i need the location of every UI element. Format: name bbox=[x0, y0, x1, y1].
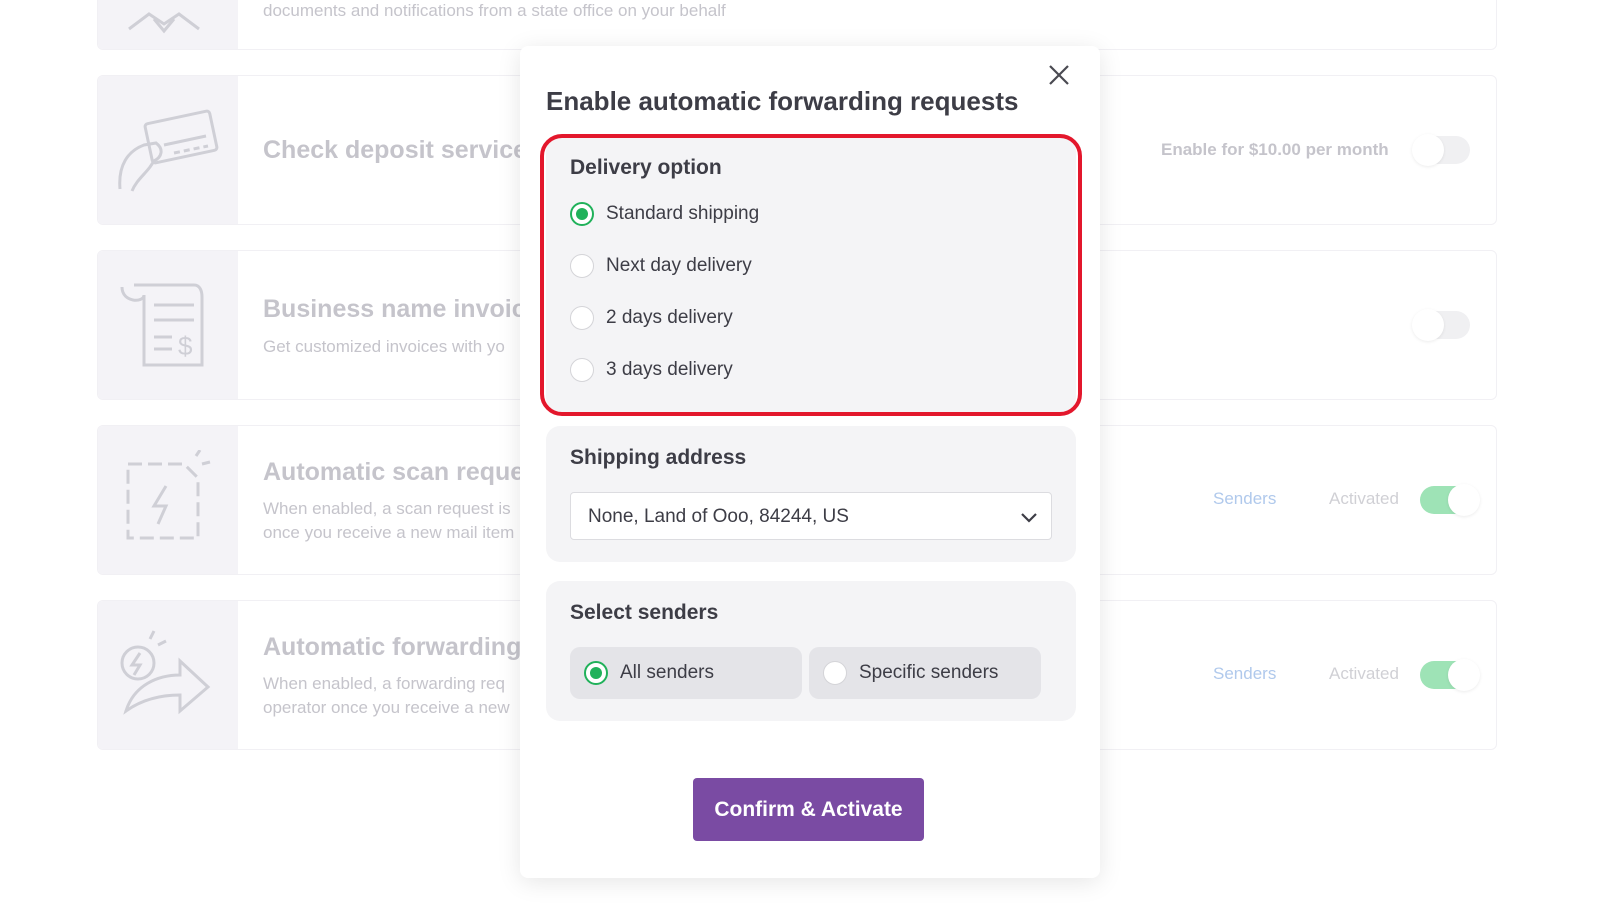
toggle-knob bbox=[1412, 309, 1444, 341]
modal-title: Enable automatic forwarding requests bbox=[546, 86, 1019, 116]
toggle-check-deposit[interactable] bbox=[1412, 134, 1470, 166]
card-title: Automatic forwarding r bbox=[263, 633, 539, 661]
svg-text:$: $ bbox=[178, 331, 193, 361]
radio-label: 2 days delivery bbox=[606, 307, 733, 328]
radio-button[interactable] bbox=[823, 661, 847, 685]
status-label: Activated bbox=[1329, 664, 1399, 683]
page: documents and notifications from a state… bbox=[0, 0, 1597, 921]
toggle-automatic-scan[interactable] bbox=[1420, 484, 1480, 516]
card-state-office: documents and notifications from a state… bbox=[97, 0, 1497, 50]
scan-icon bbox=[126, 450, 211, 540]
card-thumb bbox=[98, 426, 238, 574]
shipping-address-select[interactable]: None, Land of Ooo, 84244, US bbox=[570, 492, 1052, 540]
radio-label: All senders bbox=[620, 662, 714, 683]
card-description-line2: once you receive a new mail item bbox=[263, 523, 515, 542]
delivery-option-heading: Delivery option bbox=[570, 156, 722, 179]
toggle-business-invoice[interactable] bbox=[1412, 309, 1470, 341]
toggle-knob bbox=[1412, 134, 1444, 166]
chevron-down-icon bbox=[1021, 513, 1037, 523]
card-description: documents and notifications from a state… bbox=[263, 1, 726, 20]
radio-button[interactable] bbox=[570, 202, 594, 226]
card-title: Automatic scan reques bbox=[263, 458, 539, 486]
senders-link[interactable]: Senders bbox=[1213, 489, 1276, 509]
select-senders-heading: Select senders bbox=[570, 601, 719, 624]
delivery-option-section: Delivery option Standard shipping Next d… bbox=[546, 138, 1076, 412]
all-senders-option[interactable]: All senders bbox=[570, 647, 802, 699]
delivery-option-standard[interactable]: Standard shipping bbox=[570, 200, 759, 228]
delivery-option-next-day[interactable]: Next day delivery bbox=[570, 252, 752, 280]
card-thumb: $ bbox=[98, 251, 238, 399]
status-label: Activated bbox=[1329, 489, 1399, 508]
radio-label: 3 days delivery bbox=[606, 359, 733, 380]
close-button[interactable] bbox=[1044, 60, 1074, 90]
specific-senders-option[interactable]: Specific senders bbox=[809, 647, 1041, 699]
card-description-line2: operator once you receive a new bbox=[263, 698, 510, 717]
radio-label: Standard shipping bbox=[606, 203, 760, 224]
toggle-knob bbox=[1448, 484, 1480, 516]
card-title: Business name invoices bbox=[263, 295, 554, 323]
select-senders-section: Select senders All senders Specific send… bbox=[546, 581, 1076, 721]
card-price-label: Enable for $10.00 per month bbox=[1161, 140, 1389, 159]
radio-button[interactable] bbox=[570, 254, 594, 278]
radio-label: Specific senders bbox=[859, 662, 999, 683]
shipping-address-section: Shipping address None, Land of Ooo, 8424… bbox=[546, 426, 1076, 562]
shipping-address-value: None, Land of Ooo, 84244, US bbox=[588, 506, 849, 527]
card-thumb bbox=[98, 0, 238, 49]
forward-icon bbox=[120, 630, 211, 715]
card-title: Check deposit service bbox=[263, 136, 528, 164]
handshake-icon bbox=[128, 12, 200, 34]
shipping-address-heading: Shipping address bbox=[570, 446, 747, 469]
card-description: Get customized invoices with yo bbox=[263, 337, 505, 356]
close-icon bbox=[1049, 65, 1069, 85]
card-description-line1: When enabled, a scan request is bbox=[263, 499, 511, 518]
card-description-line1: When enabled, a forwarding req bbox=[263, 674, 505, 693]
radio-label: Next day delivery bbox=[606, 255, 752, 276]
toggle-automatic-forwarding[interactable] bbox=[1420, 659, 1480, 691]
forwarding-modal: Enable automatic forwarding requests Del… bbox=[520, 46, 1100, 878]
check-deposit-icon bbox=[118, 109, 219, 192]
confirm-activate-button[interactable]: Confirm & Activate bbox=[693, 778, 924, 841]
card-thumb bbox=[98, 76, 238, 224]
card-thumb bbox=[98, 601, 238, 749]
toggle-knob bbox=[1448, 659, 1480, 691]
senders-link[interactable]: Senders bbox=[1213, 664, 1276, 684]
radio-button[interactable] bbox=[570, 358, 594, 382]
delivery-option-2-days[interactable]: 2 days delivery bbox=[570, 304, 733, 332]
radio-button[interactable] bbox=[584, 661, 608, 685]
invoice-icon: $ bbox=[120, 283, 204, 367]
radio-button[interactable] bbox=[570, 306, 594, 330]
delivery-option-3-days[interactable]: 3 days delivery bbox=[570, 356, 733, 384]
